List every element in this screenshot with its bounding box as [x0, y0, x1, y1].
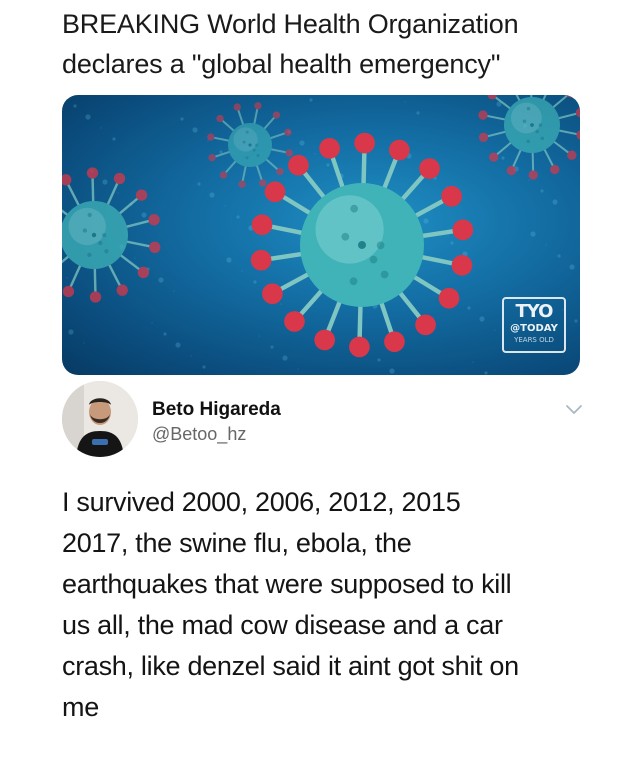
tweet-text-line: crash, like denzel said it aint got shit… [62, 651, 519, 681]
virus-image: TYO @TODAY YEARS OLD [62, 95, 580, 375]
virus-particle [478, 95, 580, 180]
today-watermark: TYO @TODAY YEARS OLD [502, 297, 566, 353]
avatar[interactable] [62, 381, 138, 457]
chevron-down-icon[interactable] [564, 399, 584, 419]
virus-particle [62, 167, 161, 303]
tweet-text: I survived 2000, 2006, 2012, 2015 2017, … [62, 482, 602, 728]
headline-line-1: BREAKING World Health Organization [62, 9, 519, 39]
virus-particle [250, 132, 474, 358]
virus-particle [207, 102, 293, 188]
tweet-text-line: earthquakes that were supposed to kill [62, 569, 512, 599]
tweet-header: Beto Higareda @Betoo_hz [62, 381, 592, 461]
tweet-text-line: 2017, the swine flu, ebola, the [62, 528, 412, 558]
headline-line-2: declares a "global health emergency" [62, 49, 501, 79]
tweet-text-line: me [62, 692, 99, 722]
headline: BREAKING World Health Organization decla… [62, 4, 622, 84]
author-handle[interactable]: @Betoo_hz [152, 424, 246, 445]
tweet-text-line: us all, the mad cow disease and a car [62, 610, 503, 640]
author-name[interactable]: Beto Higareda [152, 399, 281, 421]
tweet-text-line: I survived 2000, 2006, 2012, 2015 [62, 487, 461, 517]
